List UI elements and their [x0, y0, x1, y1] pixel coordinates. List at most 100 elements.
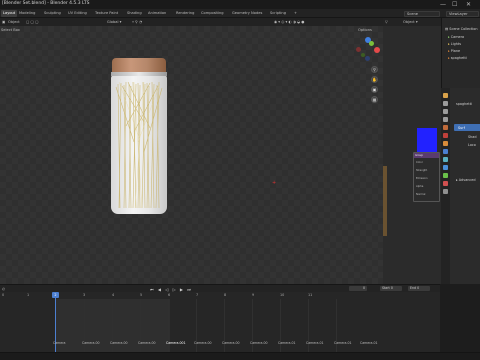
frame-tick: 11: [308, 293, 313, 297]
texture-tab-icon[interactable]: [443, 189, 448, 194]
particles-tab-icon[interactable]: [443, 157, 448, 162]
timeline-marker[interactable]: Camera.01: [360, 341, 378, 345]
frame-tick: 4: [112, 293, 115, 297]
add-workspace-button[interactable]: +: [294, 11, 297, 15]
outliner-row-plane[interactable]: ▸ Plane: [448, 49, 460, 53]
outliner-row-scene-collection[interactable]: ▤ Scene Collection: [445, 27, 477, 31]
transform-orientation-label: Global: [107, 19, 119, 24]
data-tab-icon[interactable]: [443, 173, 448, 178]
shading-row[interactable]: Shad: [468, 135, 477, 139]
options-menu[interactable]: Options: [358, 28, 372, 32]
render-tab-icon[interactable]: [443, 101, 448, 106]
node-socket-color[interactable]: Color: [416, 161, 423, 164]
material-tab-icon[interactable]: [443, 181, 448, 186]
outliner-row-lights[interactable]: ▸ Lights: [448, 42, 461, 46]
scene-tab-icon[interactable]: [443, 125, 448, 130]
view-layer-tab-icon[interactable]: [443, 117, 448, 122]
surface-button-label: Surf: [458, 125, 465, 130]
frame-tick: 3: [83, 293, 86, 297]
ortho-grid-icon[interactable]: ▦: [371, 96, 378, 103]
timeline-marker[interactable]: Camera.01: [334, 341, 352, 345]
physics-tab-icon[interactable]: [443, 165, 448, 170]
3d-viewport[interactable]: Select Box Options ⚲ ✋ ▣ ▦ +: [0, 26, 383, 284]
outliner-row-camera[interactable]: ▸ Camera: [448, 35, 464, 39]
current-frame-field[interactable]: 0: [349, 285, 367, 291]
timeline-marker[interactable]: Camera.01: [278, 341, 296, 345]
outliner-row-spaghetti[interactable]: ▸ spaghetti: [448, 56, 467, 60]
minimize-button[interactable]: —: [440, 1, 446, 8]
end-label: End: [410, 285, 417, 290]
outliner-row-label: Camera: [450, 35, 465, 39]
timeline-ruler[interactable]: 0 1 3 4 5 6 7 8 9 10 11: [0, 292, 440, 299]
zoom-icon[interactable]: ⚲: [371, 66, 378, 73]
mode-selector[interactable]: Object ▾: [403, 20, 418, 24]
tab-texture-paint[interactable]: Texture Paint: [95, 11, 118, 15]
tab-shading[interactable]: Shading: [127, 11, 142, 15]
location-row[interactable]: Loco: [468, 143, 476, 147]
scene-selector[interactable]: Scene: [404, 10, 440, 17]
timeline-marker[interactable]: Camera.00: [222, 341, 240, 345]
tab-compositing[interactable]: Compositing: [201, 11, 224, 15]
color-preview-swatch: [417, 128, 437, 152]
navigation-gizmo[interactable]: [356, 37, 380, 62]
tab-layout[interactable]: Layout: [1, 10, 18, 17]
timeline-marker[interactable]: Camera.00: [250, 341, 268, 345]
neg-x-axis-icon[interactable]: [356, 47, 361, 52]
tool-tab-icon[interactable]: [443, 93, 448, 98]
timeline-marker[interactable]: Camera.01: [306, 341, 324, 345]
frame-tick: 7: [196, 293, 199, 297]
workspace-tab-bar: Layout Modeling Sculpting UV Editing Tex…: [0, 9, 480, 18]
snap-toggle[interactable]: ⌖ ⚲ ◔: [132, 20, 142, 24]
tab-geometry-nodes[interactable]: Geometry Nodes: [232, 11, 262, 15]
timeline-marker-selected[interactable]: Camera.001: [166, 341, 186, 345]
object-menu[interactable]: Object: [8, 20, 20, 24]
outliner-row-label: spaghetti: [450, 56, 467, 60]
node-socket-alpha[interactable]: Alpha: [416, 185, 423, 188]
y-axis-icon[interactable]: [369, 41, 374, 46]
neg-y-axis-icon[interactable]: [361, 53, 365, 57]
camera-view-icon[interactable]: ▣: [371, 86, 378, 93]
frame-tick: 9: [252, 293, 255, 297]
pan-hand-icon[interactable]: ✋: [371, 76, 378, 83]
timeline-marker[interactable]: Camera: [53, 341, 66, 345]
outliner-panel[interactable]: ▤ Scene Collection ▸ Camera ▸ Lights ▸ P…: [441, 18, 480, 88]
3d-cursor-icon[interactable]: +: [272, 180, 276, 186]
tab-scripting[interactable]: Scripting: [270, 11, 286, 15]
maximize-button[interactable]: ☐: [452, 1, 457, 8]
end-frame-field[interactable]: End 0: [408, 285, 430, 291]
object-tab-icon[interactable]: [443, 141, 448, 146]
timeline-editor-icon[interactable]: ◴: [2, 287, 5, 291]
x-axis-icon[interactable]: [374, 47, 380, 53]
timeline-marker[interactable]: Camera.00: [194, 341, 212, 345]
status-bar: [0, 352, 480, 360]
output-tab-icon[interactable]: [443, 109, 448, 114]
tab-modeling[interactable]: Modeling: [19, 11, 35, 15]
surface-button[interactable]: Surf: [454, 124, 480, 131]
neg-z-axis-icon[interactable]: [365, 56, 370, 61]
tab-animation[interactable]: Animation: [148, 11, 166, 15]
tab-sculpting[interactable]: Sculpting: [44, 11, 61, 15]
tab-uv-editing[interactable]: UV Editing: [68, 11, 87, 15]
node-socket-emission[interactable]: Emission: [416, 177, 428, 180]
overlay-toggles[interactable]: ◉ ▾ ◎ ▾ ◐ ◑ ◒ ●: [274, 20, 304, 24]
advanced-panel-header[interactable]: ▸ Advanced: [456, 178, 476, 182]
transform-orientation-select[interactable]: Global ▾: [107, 20, 121, 24]
modifier-tab-icon[interactable]: [443, 149, 448, 154]
editor-type-icon[interactable]: ▣: [2, 20, 5, 24]
viewlayer-selector[interactable]: ViewLayer: [446, 10, 479, 17]
world-tab-icon[interactable]: [443, 133, 448, 138]
timeline-marker[interactable]: Camera.00: [110, 341, 128, 345]
mesh-icon: ▸: [448, 56, 450, 60]
funnel-icon[interactable]: ▽: [385, 20, 388, 24]
shader-node[interactable]: Group Color Strength Emission Alpha Norm…: [413, 152, 440, 202]
timeline-marker[interactable]: Camera.00: [82, 341, 100, 345]
node-socket-normal[interactable]: Normal: [416, 193, 425, 196]
selection-mode-icons[interactable]: ▢ ▢ ▢: [26, 20, 38, 24]
close-button[interactable]: ✕: [466, 1, 471, 8]
tab-rendering[interactable]: Rendering: [176, 11, 194, 15]
viewlayer-selector-label: ViewLayer: [449, 11, 468, 16]
node-socket-strength[interactable]: Strength: [416, 169, 427, 172]
start-frame-field[interactable]: Start 0: [380, 285, 402, 291]
timeline-marker[interactable]: Camera.00: [138, 341, 156, 345]
playback-controls[interactable]: ⏮ ◀ ◁ ▷ ▶ ⏭: [150, 287, 192, 292]
